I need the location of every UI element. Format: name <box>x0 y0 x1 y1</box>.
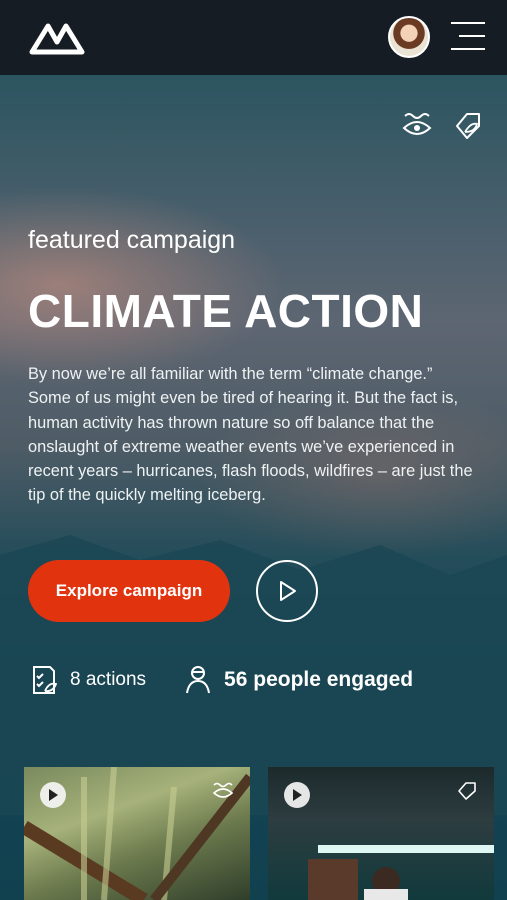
checklist-leaf-icon <box>33 666 58 694</box>
hamburger-menu-icon[interactable] <box>451 22 485 52</box>
engaged-stat: 56 people engaged <box>182 664 413 696</box>
engaged-count: 56 people engaged <box>224 668 414 691</box>
card-1-play-button[interactable] <box>40 782 66 808</box>
hero-icon-row <box>401 110 483 140</box>
play-icon <box>49 789 58 801</box>
actions-stat: 8 actions <box>28 664 146 696</box>
brand-logo-icon[interactable] <box>28 20 86 56</box>
eye-waves-icon[interactable] <box>212 781 234 801</box>
card-2-play-button[interactable] <box>284 782 310 808</box>
user-avatar[interactable] <box>388 16 430 58</box>
campaign-card-1[interactable] <box>24 767 250 900</box>
person-icon <box>186 666 211 694</box>
campaign-card-2[interactable] <box>268 767 494 900</box>
campaign-kicker: featured campaign <box>28 226 236 254</box>
top-bar <box>0 0 507 75</box>
campaign-title: CLIMATE ACTION <box>28 285 424 337</box>
explore-campaign-button[interactable]: Explore campaign <box>28 560 230 622</box>
play-video-button[interactable] <box>256 560 318 622</box>
play-icon <box>293 789 302 801</box>
eye-waves-icon[interactable] <box>401 110 433 140</box>
campaign-description: By now we’re all familiar with the term … <box>28 365 473 505</box>
actions-count: 8 actions <box>70 669 147 690</box>
leaf-tag-icon[interactable] <box>451 110 483 140</box>
play-icon <box>280 581 296 601</box>
leaf-tag-icon[interactable] <box>456 781 478 801</box>
campaign-stats: 8 actions 56 people engaged <box>28 664 449 696</box>
